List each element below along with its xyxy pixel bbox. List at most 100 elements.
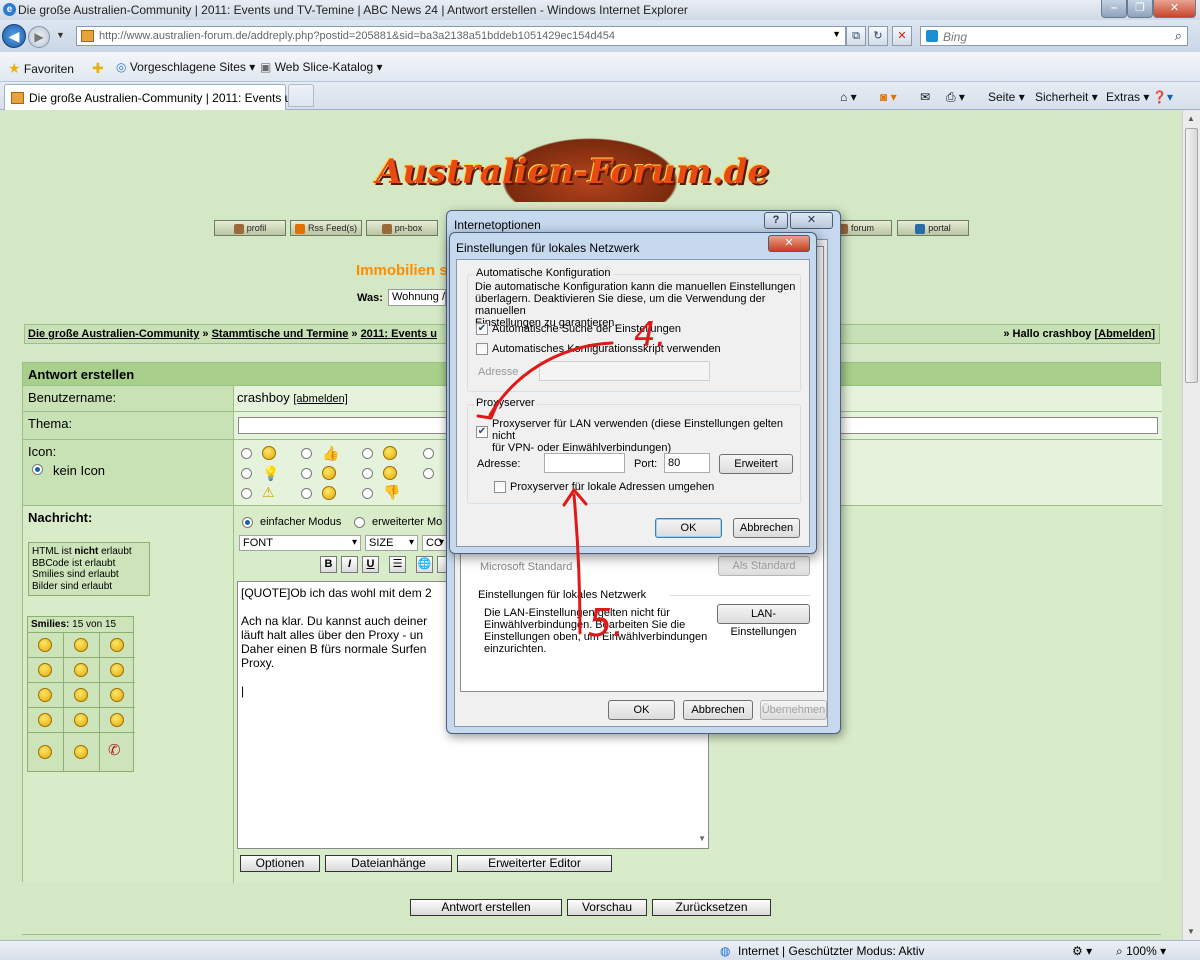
smilie-icon[interactable] [74, 638, 88, 652]
address-bar[interactable]: http://www.australien-forum.de/addreply.… [76, 26, 846, 46]
textarea-scroll-down-icon[interactable]: ▼ [698, 832, 706, 846]
set-default-button[interactable]: Als Standard [718, 556, 810, 576]
stop-button[interactable]: ✕ [892, 26, 912, 46]
icon-radio[interactable] [362, 468, 373, 479]
smilie-icon[interactable] [110, 663, 124, 677]
auto-detect-checkbox[interactable]: ✔ [476, 323, 488, 335]
nav-profil-button[interactable]: profil [214, 220, 286, 236]
search-icon[interactable]: ⌕ [1175, 28, 1182, 44]
lan-cancel-button[interactable]: Abbrechen [733, 518, 800, 538]
italic-button[interactable]: I [341, 556, 358, 573]
security-menu[interactable]: Sicherheit ▾ [1035, 90, 1098, 104]
help-icon[interactable]: ❓▾ [1152, 90, 1173, 104]
extras-menu[interactable]: Extras ▾ [1106, 90, 1149, 104]
auto-script-checkbox[interactable] [476, 343, 488, 355]
smilie-icon[interactable] [74, 663, 88, 677]
nav-portal-button[interactable]: portal [897, 220, 969, 236]
compat-view-button[interactable]: ⧉ [846, 26, 866, 46]
webslice-link[interactable]: ▣ Web Slice-Katalog ▾ [260, 60, 383, 74]
simple-mode-radio[interactable] [242, 517, 253, 528]
lan-ok-button[interactable]: OK [655, 518, 722, 538]
smilie-icon[interactable] [110, 713, 124, 727]
options-apply-button[interactable]: Übernehmen [760, 700, 827, 720]
site-logo[interactable]: Australien-Forum.de [370, 132, 769, 202]
tab-active[interactable]: Die große Australien-Community | 2011: E… [4, 84, 301, 110]
feeds-icon[interactable]: ◙ ▾ [880, 90, 897, 104]
icon-radio[interactable] [241, 488, 252, 499]
icon-radio[interactable] [301, 488, 312, 499]
page-menu[interactable]: Seite ▾ [988, 90, 1025, 104]
icon-radio[interactable] [423, 468, 434, 479]
reset-button[interactable]: Zurücksetzen [652, 899, 771, 916]
smilie-icon[interactable] [38, 638, 52, 652]
extended-editor-button[interactable]: Erweiterter Editor [457, 855, 612, 872]
abmelden-link[interactable]: [abmelden] [293, 393, 347, 405]
scroll-up-icon[interactable]: ▲ [1187, 114, 1195, 123]
use-proxy-checkbox[interactable]: ✔ [476, 426, 488, 438]
icon-radio[interactable] [423, 448, 434, 459]
search-input[interactable]: Bing ⌕ [920, 26, 1188, 46]
print-icon[interactable]: ⎙ ▾ [946, 90, 965, 105]
bold-button[interactable]: B [320, 556, 337, 573]
nav-pnbox-button[interactable]: pn-box [366, 220, 438, 236]
smilie-icon[interactable] [74, 745, 88, 759]
port-input[interactable]: 80 [664, 453, 710, 473]
home-icon[interactable]: ⌂ ▾ [840, 90, 857, 104]
lan-settings-button[interactable]: LAN-Einstellungen [717, 604, 810, 638]
breadcrumb-link-community[interactable]: Die große Australien-Community [28, 328, 199, 340]
scrollbar-thumb[interactable] [1185, 128, 1198, 383]
bypass-local-checkbox[interactable] [494, 481, 506, 493]
options-cancel-button[interactable]: Abbrechen [683, 700, 753, 720]
help-button[interactable]: ? [764, 212, 788, 229]
history-dropdown-icon[interactable]: ▼ [56, 30, 65, 40]
smilie-icon[interactable] [38, 745, 52, 759]
back-button[interactable]: ◀ [2, 24, 26, 48]
extended-mode-radio[interactable] [354, 517, 365, 528]
icon-none-radio[interactable] [32, 464, 43, 475]
icon-radio[interactable] [241, 468, 252, 479]
link-icon[interactable]: 🌐 [416, 556, 433, 573]
options-ok-button[interactable]: OK [608, 700, 675, 720]
close-options-button[interactable]: ✕ [790, 212, 833, 229]
forward-button[interactable]: ▶ [28, 26, 50, 48]
icon-radio[interactable] [301, 468, 312, 479]
minimize-button[interactable]: – [1101, 0, 1127, 18]
refresh-button[interactable]: ↻ [868, 26, 888, 46]
script-address-input[interactable] [539, 361, 710, 381]
font-select[interactable]: FONT [239, 535, 361, 551]
nav-rss-button[interactable]: Rss Feed(s) [290, 220, 362, 236]
attachments-button[interactable]: Dateianhänge [325, 855, 452, 872]
smilie-icon[interactable] [74, 688, 88, 702]
align-button[interactable]: ☰ [389, 556, 406, 573]
submit-reply-button[interactable]: Antwort erstellen [410, 899, 562, 916]
suggested-sites-link[interactable]: ◎ Vorgeschlagene Sites ▾ [116, 60, 255, 74]
preview-button[interactable]: Vorschau [567, 899, 647, 916]
size-select[interactable]: SIZE [365, 535, 418, 551]
icon-radio[interactable] [241, 448, 252, 459]
smilie-icon[interactable]: ✆ [108, 741, 121, 759]
favorites-button[interactable]: ★ Favoriten [8, 60, 74, 77]
options-button[interactable]: Optionen [240, 855, 320, 872]
advanced-button[interactable]: Erweitert [719, 454, 793, 474]
smilie-icon[interactable] [38, 713, 52, 727]
page-scrollbar[interactable]: ▲ ▼ [1182, 110, 1200, 940]
underline-button[interactable]: U [362, 556, 379, 573]
icon-radio[interactable] [362, 448, 373, 459]
mail-icon[interactable]: ✉ [920, 90, 930, 104]
breadcrumb-link-events[interactable]: 2011: Events u [361, 328, 437, 340]
immobilien-ad-title[interactable]: Immobilien s [356, 262, 448, 279]
add-favorites-icon[interactable]: ✚ [92, 60, 104, 77]
icon-radio[interactable] [362, 488, 373, 499]
smilie-icon[interactable] [38, 688, 52, 702]
icon-radio[interactable] [301, 448, 312, 459]
maximize-button[interactable]: ❐ [1127, 0, 1153, 18]
logout-link[interactable]: Abmelden [1098, 328, 1151, 340]
breadcrumb-link-stammtische[interactable]: Stammtische und Termine [212, 328, 349, 340]
scroll-down-icon[interactable]: ▼ [1187, 927, 1195, 936]
close-lan-button[interactable]: ✕ [768, 235, 810, 252]
protected-mode-icon[interactable]: ⚙ ▾ [1072, 944, 1092, 958]
smilie-icon[interactable] [110, 688, 124, 702]
color-select[interactable]: CO [422, 535, 448, 551]
close-window-button[interactable]: ✕ [1153, 0, 1196, 18]
smilie-icon[interactable] [110, 638, 124, 652]
